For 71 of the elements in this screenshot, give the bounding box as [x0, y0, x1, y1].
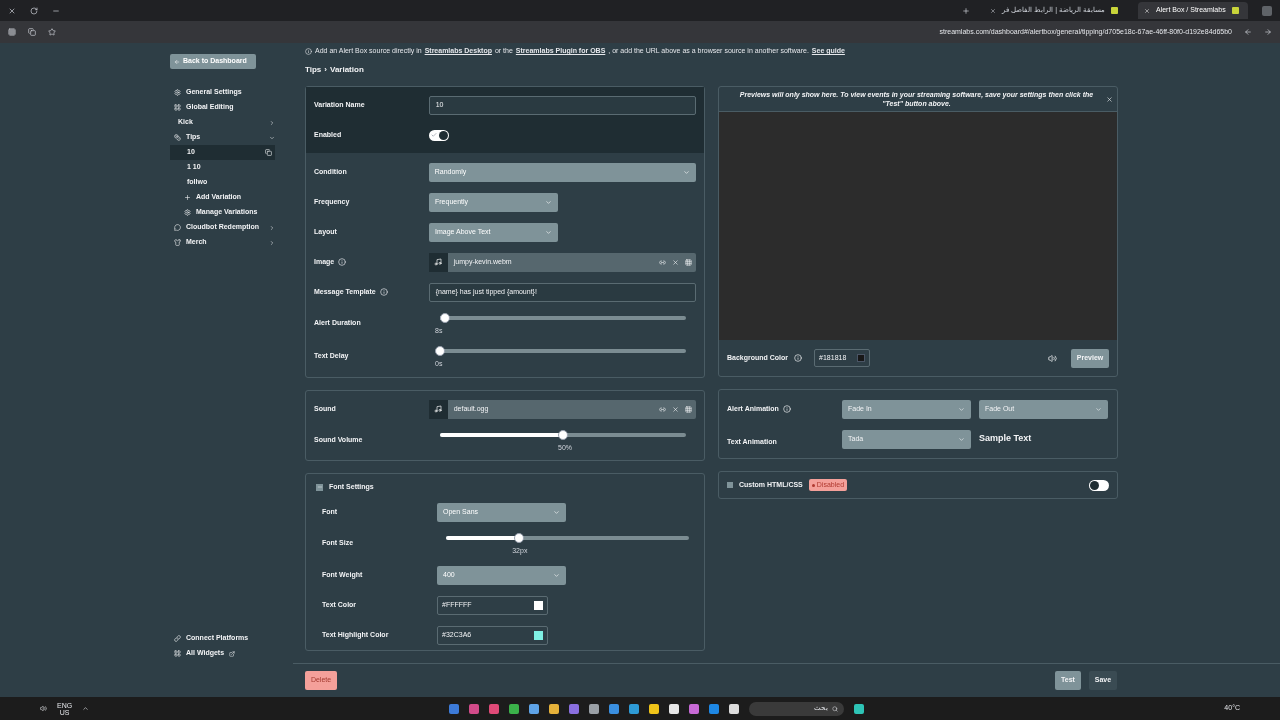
site-icon: [1111, 7, 1118, 14]
slider-thumb[interactable]: [558, 430, 568, 441]
app-icon[interactable]: [549, 703, 560, 714]
external-link-icon: [229, 650, 236, 657]
caret-icon: [958, 405, 965, 413]
info-icon: [305, 48, 312, 55]
caret-icon: [545, 228, 552, 236]
tray-caret-icon[interactable]: [82, 705, 90, 712]
collapse-toggle[interactable]: [316, 483, 323, 491]
breadcrumb: Tips: [305, 64, 322, 76]
settings-icon: [184, 209, 191, 216]
grid-icon[interactable]: [685, 258, 692, 266]
app-icon[interactable]: [729, 703, 740, 714]
back-icon[interactable]: [1244, 28, 1252, 36]
caret-icon: [553, 508, 560, 516]
caret-icon: [553, 571, 560, 579]
app-icon[interactable]: [649, 703, 660, 714]
new-tab-icon[interactable]: [962, 6, 971, 15]
search-icon: [832, 705, 839, 712]
bookmark-icon[interactable]: [48, 28, 56, 36]
shirt-icon: [174, 239, 181, 246]
check-icon: [431, 132, 437, 138]
chevron-right-icon: [269, 224, 275, 231]
color-swatch: [857, 354, 866, 362]
music-icon: [434, 258, 443, 266]
plus-icon: [184, 194, 191, 201]
settings-icon: [174, 89, 181, 96]
caret-icon: [1095, 405, 1102, 413]
app-icon[interactable]: [529, 703, 540, 714]
caret-icon: [958, 435, 965, 443]
expand-icon: [727, 482, 733, 488]
minus-icon: [316, 484, 323, 490]
chevron-down-icon: [269, 134, 275, 141]
tab-search-icon[interactable]: [28, 28, 36, 36]
widgets-icon[interactable]: [854, 703, 865, 714]
info-icon: [794, 354, 803, 362]
toggle-switch[interactable]: [1089, 479, 1109, 491]
slider-thumb[interactable]: [514, 533, 525, 544]
link-icon[interactable]: [659, 405, 666, 413]
grid-icon: [174, 650, 181, 657]
caret-icon: [545, 198, 552, 206]
info-icon: [782, 405, 791, 413]
arrow-left-icon: [174, 58, 180, 65]
reload-icon[interactable]: [30, 6, 38, 15]
app-icon[interactable]: [589, 703, 600, 714]
grid-icon[interactable]: [685, 405, 692, 413]
sample-text: Sample Text: [979, 432, 1032, 446]
chevron-right-icon: [269, 119, 275, 126]
slider-thumb[interactable]: [435, 346, 445, 357]
link-icon[interactable]: [659, 258, 666, 266]
link-icon: [174, 635, 181, 642]
coins-icon: [174, 134, 181, 141]
volume-icon[interactable]: [40, 705, 47, 712]
chevron-right-icon: [269, 239, 275, 246]
tab-menu-icon[interactable]: [1262, 5, 1272, 16]
breadcrumb: ›: [324, 64, 327, 76]
chat-icon: [174, 224, 181, 231]
app-icon[interactable]: [669, 703, 680, 714]
close-icon[interactable]: [990, 7, 997, 14]
grid-icon: [174, 104, 181, 111]
close-icon[interactable]: [8, 6, 16, 15]
app-icon[interactable]: [509, 703, 520, 714]
slider-thumb[interactable]: [439, 313, 450, 324]
volume-icon[interactable]: [1048, 353, 1057, 363]
breadcrumb: Variation: [330, 64, 364, 76]
toggle-switch[interactable]: [429, 129, 449, 141]
caret-icon: [683, 168, 690, 176]
music-icon: [434, 405, 443, 413]
duplicate-icon[interactable]: [265, 149, 272, 156]
site-icon: [1231, 7, 1239, 14]
forward-icon[interactable]: [1264, 28, 1272, 36]
